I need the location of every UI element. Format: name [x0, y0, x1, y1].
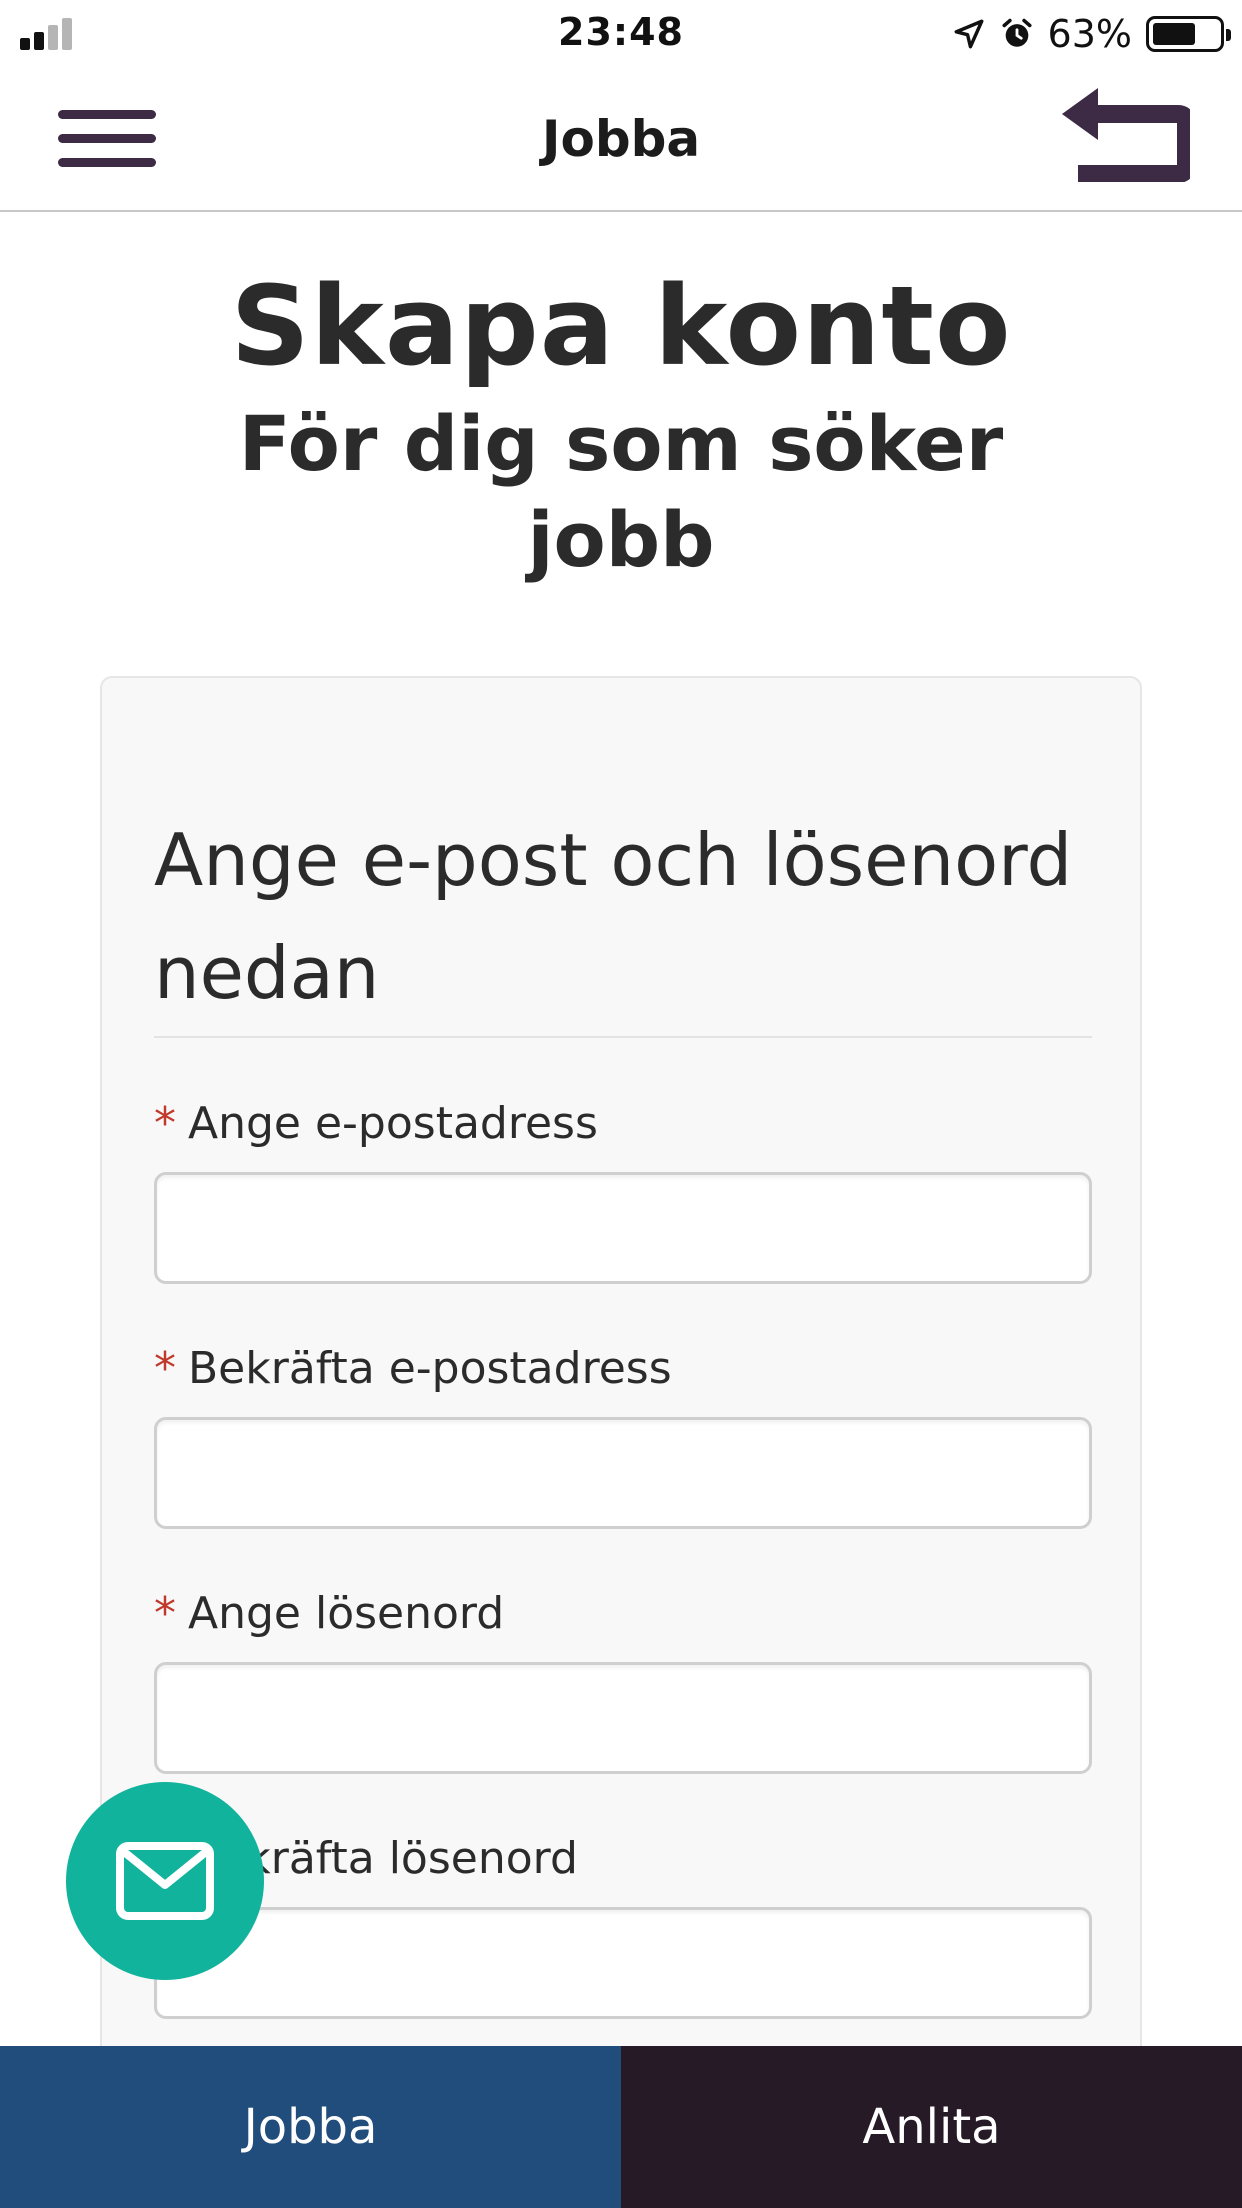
battery-percent: 63% [1047, 12, 1132, 56]
email-input[interactable] [154, 1172, 1092, 1284]
required-marker: * [154, 1098, 176, 1149]
nav-title: Jobba [541, 110, 701, 168]
return-arrow-icon[interactable] [1062, 88, 1195, 183]
status-right: 63% [952, 12, 1231, 56]
status-bar: 23:48 63% [0, 0, 1242, 66]
confirm-email-label-text: Bekräfta e-postadress [188, 1343, 672, 1394]
confirm-email-label: * Bekräfta e-postadress [154, 1343, 672, 1394]
confirm-email-input[interactable] [154, 1417, 1092, 1529]
nav-bar: Jobba [0, 66, 1242, 212]
form-divider [154, 1036, 1092, 1038]
location-arrow-icon [954, 19, 983, 49]
alarm-icon [1002, 18, 1032, 47]
form-heading: Ange e-post och lösenord nedan [154, 818, 1073, 1015]
tab-jobba[interactable]: Jobba [0, 2046, 621, 2208]
form-card: Ange e-post och lösenord nedan * Ange e-p… [100, 676, 1142, 2208]
email-label-text: Ange e-postadress [188, 1098, 598, 1149]
required-marker: * [154, 1588, 176, 1639]
screen: 23:48 63% Jobba Skapa konto För dig som … [0, 0, 1242, 2208]
battery-level-fill [1153, 23, 1195, 45]
tab-anlita[interactable]: Anlita [621, 2046, 1242, 2208]
mail-icon [116, 1842, 214, 1920]
required-marker: * [154, 1343, 176, 1394]
battery-icon [1146, 16, 1231, 52]
password-label: * Ange lösenord [154, 1588, 504, 1639]
page-subtitle: För dig som söker jobb [238, 399, 1004, 584]
confirm-password-input[interactable] [154, 1907, 1092, 2019]
email-label: * Ange e-postadress [154, 1098, 598, 1149]
password-label-text: Ange lösenord [188, 1588, 505, 1639]
password-input[interactable] [154, 1662, 1092, 1774]
mail-button[interactable] [66, 1782, 264, 1980]
page-title: Skapa konto [230, 262, 1012, 390]
bottom-tab-bar: Jobba Anlita [0, 2046, 1242, 2208]
